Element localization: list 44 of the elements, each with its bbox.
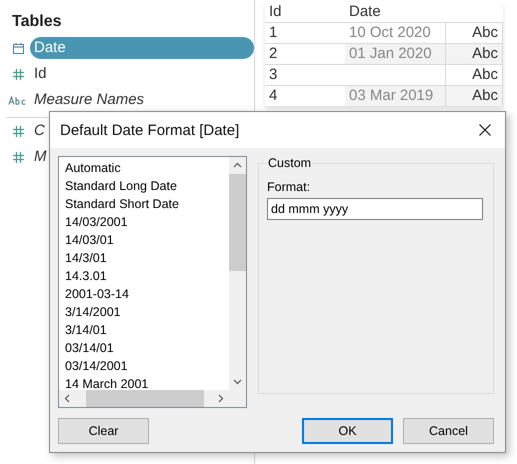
column-header: Id (268, 2, 283, 22)
format-list[interactable]: Automatic Standard Long Date Standard Short Date 14/03/2001 14/03/01 14/3/01 14.3.01 2001-03-14 3/14/2001 3/14/01 03/14/01 03/14/2001 14 March 2001 (58, 156, 247, 408)
list-item[interactable]: 14.3.01 (65, 267, 229, 285)
dialog-button[interactable]: OK (302, 418, 393, 444)
sidebar-title: Tables (11, 12, 62, 32)
table-cell: 01 Jan 2020 (345, 43, 445, 64)
table-cell: Abc (445, 22, 503, 43)
table-cell: Abc (445, 43, 503, 64)
vertical-scrollbar[interactable] (229, 157, 246, 390)
list-item[interactable]: Standard Long Date (65, 177, 229, 195)
dialog-button[interactable]: Cancel (403, 418, 494, 444)
group-title: Custom (267, 156, 312, 170)
list-item[interactable]: 3/14/2001 (65, 303, 229, 321)
list-item[interactable]: 14/3/01 (65, 249, 229, 267)
table-cell: 3 (265, 64, 345, 85)
format-field[interactable]: dd mmm yyyy (267, 198, 483, 220)
list-item[interactable]: 14 March 2001 (65, 375, 229, 390)
number-sign-icon (12, 126, 24, 136)
column-header: Date (348, 2, 382, 22)
horizontal-scrollbar[interactable] (59, 390, 229, 407)
field-item[interactable]: Id (30, 63, 254, 85)
format-label: Format: (267, 180, 312, 194)
dialog-title: Default Date Format [Date] (60, 122, 240, 138)
list-item[interactable]: Automatic (65, 159, 229, 177)
list-item[interactable]: 03/14/01 (65, 339, 229, 357)
list-item[interactable]: Standard Short Date (65, 195, 229, 213)
table-cell: Abc (445, 64, 503, 85)
list-item[interactable]: 2001-03-14 (65, 285, 229, 303)
list-item[interactable]: 3/14/01 (65, 321, 229, 339)
table-cell: 2 (265, 43, 345, 64)
table-cell: 4 (265, 85, 345, 106)
close-icon[interactable] (479, 124, 491, 136)
text-type-icon (8, 96, 28, 104)
table-cell: 03 Mar 2019 (345, 85, 445, 106)
list-item[interactable]: 14/03/2001 (65, 213, 229, 231)
table-cell: Abc (445, 85, 503, 106)
number-sign-icon (12, 152, 24, 162)
number-sign-icon (12, 68, 24, 80)
calendar-icon (12, 42, 24, 54)
dialog-button[interactable]: Clear (58, 418, 149, 444)
table-cell: 1 (265, 22, 345, 43)
list-item[interactable]: 03/14/2001 (65, 357, 229, 375)
list-item[interactable]: 14/03/01 (65, 231, 229, 249)
field-item[interactable]: Measure Names (30, 89, 254, 111)
